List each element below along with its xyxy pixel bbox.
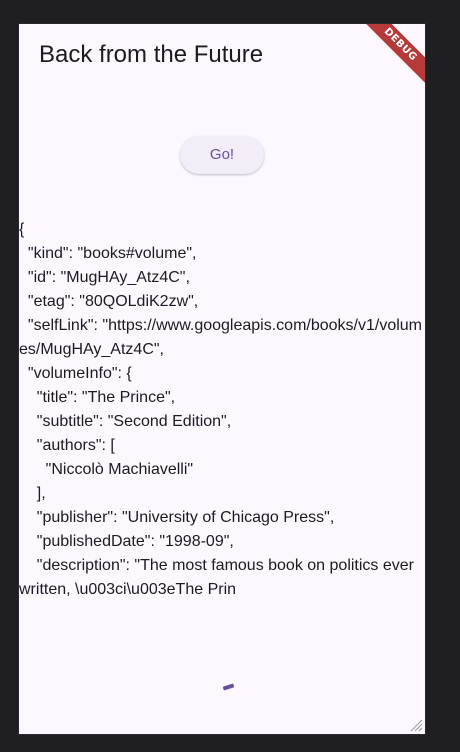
progress-indicator-icon — [222, 683, 235, 691]
page-title: Back from the Future — [39, 41, 264, 68]
json-response-text: { "kind": "books#volume", "id": "MugHAy_… — [19, 221, 422, 598]
resize-grip-icon[interactable] — [409, 718, 423, 732]
debug-banner: DEBUG — [354, 24, 425, 91]
go-button[interactable]: Go! — [180, 136, 264, 174]
app-window: Back from the Future DEBUG Go! { "kind":… — [18, 23, 426, 735]
